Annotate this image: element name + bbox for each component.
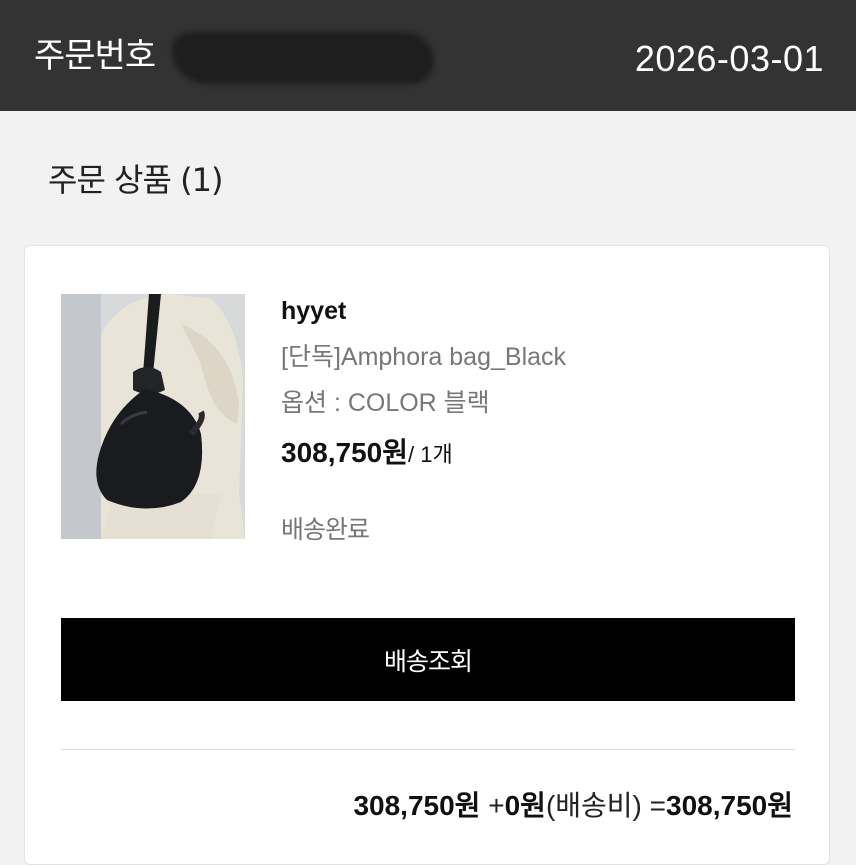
product-name[interactable]: [단독]Amphora bag_Black [281,340,566,374]
shipping-amount: 0원 [504,790,546,821]
section-title: 주문 상품 (1) [48,161,223,199]
product-quantity: / 1개 [407,442,453,467]
equals-sign: = [649,790,667,821]
product-option: 옵션 : COLOR 블랙 [281,389,490,417]
order-number-label: 주문번호 [34,36,156,76]
plus-sign: + [488,790,505,821]
redacted-order-number [172,32,434,84]
divider [61,749,795,750]
order-total-summary: 308,750원 +0원(배송비) =308,750원 [353,786,793,826]
track-delivery-button[interactable]: 배송조회 [61,618,795,701]
order-header: 주문번호 2026-03-01 [0,0,856,111]
order-date: 2026-03-01 [634,38,824,79]
product-image[interactable] [61,294,245,539]
price-row: 308,750원/ 1개 [281,431,453,471]
brand-name[interactable]: hyyet [281,294,346,328]
product-photo-illustration [61,294,245,539]
product-price: 308,750원 [281,437,408,468]
delivery-status: 배송완료 [281,515,370,544]
total-amount: 308,750원 [666,790,793,821]
subtotal-amount: 308,750원 [353,790,481,821]
order-item-card: hyyet [단독]Amphora bag_Black 옵션 : COLOR 블… [24,245,830,865]
shipping-label: (배송비) [545,790,642,821]
